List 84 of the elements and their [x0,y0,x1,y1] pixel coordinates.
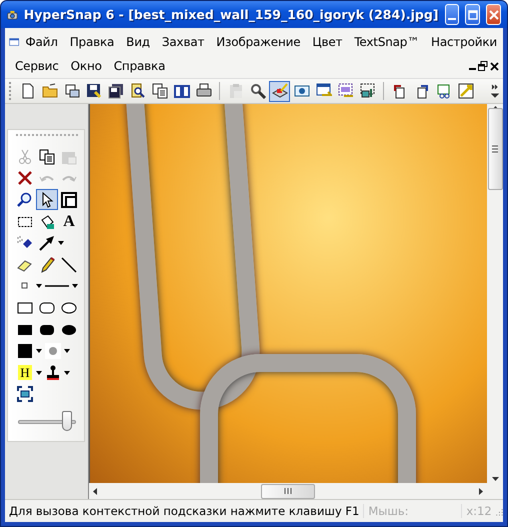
pencil-icon [39,256,55,273]
circle-swatch-button[interactable] [42,340,64,362]
clipboard-icon [228,83,244,99]
printer-icon [196,83,212,99]
restore-icon [478,61,488,71]
close-button[interactable] [486,4,502,25]
stamp-icon [45,364,61,381]
color-swatch-icon [17,343,33,360]
minimize-button[interactable] [444,4,460,25]
menu-item[interactable]: Сервис [9,57,65,75]
undo-icon [39,174,55,182]
magnifier-page-icon [130,83,146,99]
menu-item[interactable]: TextSnap™ [348,33,426,51]
frame-icon [61,192,77,208]
floppy-disks-icon [108,83,124,99]
line-style-icon [45,285,69,288]
caret-icon [72,284,78,288]
pen-tray-icon [272,83,288,99]
rotate-left-icon [392,83,408,99]
scroll-left-icon [93,488,97,494]
minimize-icon [448,18,456,20]
caret-icon [36,370,42,375]
folder-icon [42,83,58,99]
highlight-tool-button[interactable]: H [14,362,36,384]
caret-icon [36,349,42,354]
pen-tray-button[interactable] [269,80,290,102]
grip-lines-icon [284,488,292,494]
text-tool-button[interactable]: A [58,211,80,232]
crop-icon [436,83,452,99]
circle-swatch-icon [45,343,61,360]
resize-icon [458,83,474,99]
rounded-rectangle-icon [39,300,55,316]
scroll-right-icon [479,488,483,494]
menu-item[interactable]: Правка [64,33,120,51]
pointer-button[interactable] [36,189,58,210]
capture-frame-icon [17,386,33,402]
zoom-icon [17,192,33,208]
scroll-capture-icon [338,83,354,99]
status-hint: Для вызова контекстной подсказки нажмите клавишу F1 [8,504,360,518]
menu-item[interactable]: Цвет [306,33,348,51]
delete-icon [17,170,33,186]
menu-item[interactable]: Справка [108,57,172,75]
caret-icon [58,241,64,246]
close-icon [490,61,499,71]
menu-item[interactable]: Файл [19,33,64,51]
region-capture-icon [294,83,310,99]
caret-icon [64,349,70,354]
scrollbar-thumb[interactable] [261,484,315,498]
menu-item[interactable]: Настройки [425,33,503,51]
copy-pages-icon [152,83,168,99]
copy-icon [39,148,55,165]
maximize-icon [468,10,478,20]
zoom-slider[interactable] [18,411,76,434]
menu-item[interactable]: Захват [156,33,210,51]
ellipse-icon [61,300,77,316]
slider-thumb[interactable] [62,411,72,432]
menu-item[interactable]: Вид [120,33,156,51]
window-icon [9,35,20,49]
redo-icon [61,174,77,182]
paint-bucket-icon [39,214,55,230]
mouse-label: Мышь: [363,504,462,518]
resize-grip-icon [494,506,504,516]
arrow-icon [39,235,55,252]
menu-item[interactable]: Окно [64,57,108,75]
line-icon [61,256,77,273]
scrollbar-thumb[interactable] [488,108,502,190]
vertical-scrollbar[interactable] [487,104,503,483]
page-icon [20,83,36,99]
menu-item[interactable]: Изображение [210,33,306,51]
frame-button[interactable] [58,189,80,210]
window-capture-icon [316,83,332,99]
close-icon [488,10,499,20]
minimize-icon [469,68,476,70]
overflow-chevron-icon [491,83,499,99]
window-title: HyperSnap 6 - [best_mixed_wall_159_160_igoryk (284).jpg] [24,7,439,22]
mouse-coordinates: x:12 [461,504,494,518]
maximize-button[interactable] [465,4,480,25]
scroll-down-icon [492,477,498,481]
capture-frame-button[interactable] [14,384,36,405]
rectangle-icon [17,300,33,316]
grip-lines-icon [492,144,498,152]
scissors-icon [17,148,33,165]
caret-icon [64,370,70,375]
caret-icon [36,284,42,288]
